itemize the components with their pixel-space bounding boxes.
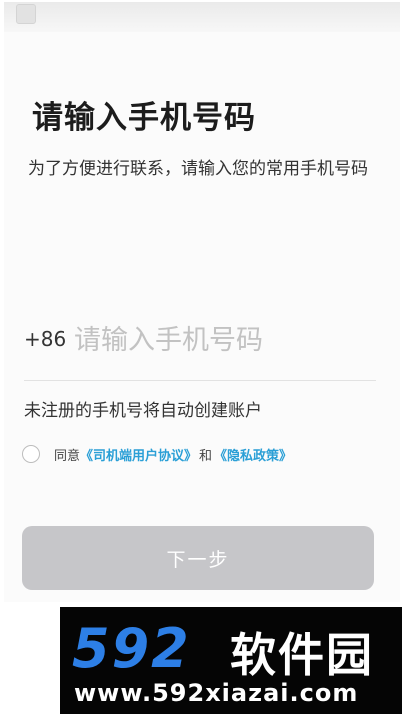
watermark-logo-text: 软件园 bbox=[230, 628, 374, 682]
watermark-banner: 592 软件园 www.592xiazai.com bbox=[60, 607, 402, 714]
privacy-policy-link[interactable]: 《隐私政策》 bbox=[214, 445, 292, 464]
phone-input-row: +86 bbox=[24, 318, 376, 381]
next-step-button[interactable]: 下一步 bbox=[22, 526, 374, 590]
phone-input[interactable] bbox=[74, 318, 374, 362]
user-agreement-link[interactable]: 《司机端用户协议》 bbox=[80, 445, 197, 464]
watermark-url: www.592xiazai.com bbox=[74, 679, 359, 707]
agreement-row: 同意 《司机端用户协议》 和 《隐私政策》 bbox=[22, 443, 292, 465]
back-icon[interactable] bbox=[16, 4, 36, 24]
auto-register-hint: 未注册的手机号将自动创建账户 bbox=[24, 401, 262, 421]
agreement-checkbox[interactable] bbox=[22, 445, 40, 463]
agreement-and: 和 bbox=[199, 448, 213, 464]
page-title: 请输入手机号码 bbox=[32, 100, 256, 136]
agreement-prefix: 同意 bbox=[54, 448, 81, 464]
country-code[interactable]: +86 bbox=[24, 327, 66, 351]
watermark-logo-number: 592 bbox=[72, 617, 191, 680]
top-bar bbox=[4, 2, 400, 32]
page-subtitle: 为了方便进行联系，请输入您的常用手机号码 bbox=[28, 159, 368, 179]
